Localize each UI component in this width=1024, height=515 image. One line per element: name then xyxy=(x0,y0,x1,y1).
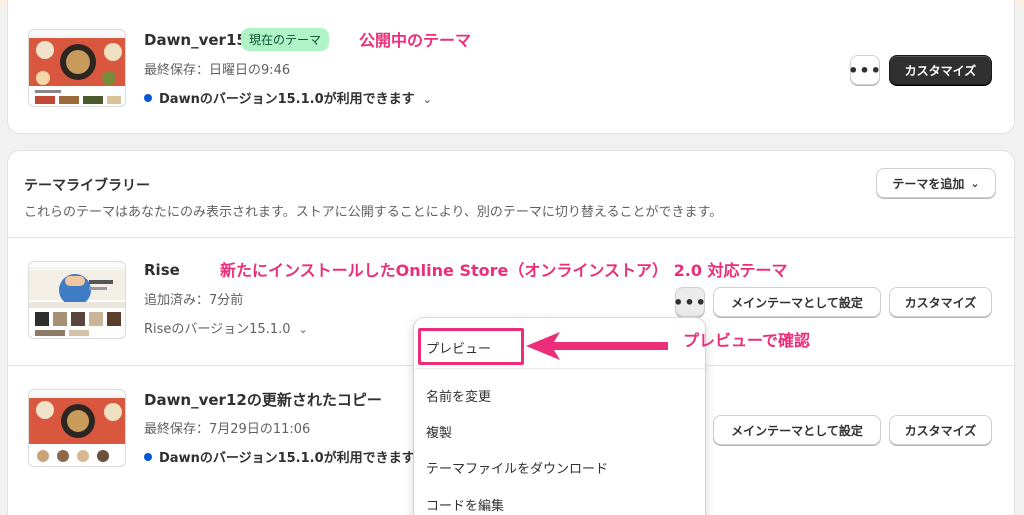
rise-preview-icon xyxy=(29,270,125,336)
dawn-copy-thumbnail xyxy=(28,389,126,467)
menu-item-rename[interactable]: 名前を変更 xyxy=(426,386,491,405)
divider xyxy=(8,237,1014,238)
current-theme-update-notice[interactable]: Dawnのバージョン15.1.0が利用できます ⌄ xyxy=(144,88,432,107)
current-theme-name: Dawn_ver15 xyxy=(144,31,247,49)
rise-publish-button[interactable]: メインテーマとして設定 xyxy=(713,287,881,317)
chevron-down-icon: ⌄ xyxy=(298,323,308,336)
menu-item-edit-code[interactable]: コードを編集 xyxy=(426,495,504,514)
add-theme-button[interactable]: テーマを追加 ⌄ xyxy=(876,168,996,198)
rise-theme-name: Rise xyxy=(144,261,180,279)
food-image-icon xyxy=(29,38,125,104)
current-theme-last-saved: 最終保存：日曜日の9:46 xyxy=(144,63,291,78)
rise-theme-added: 追加済み：7分前 xyxy=(144,293,244,308)
rise-customize-button[interactable]: カスタマイズ xyxy=(889,287,992,317)
dawn-copy-last-saved: 最終保存：7月29日の11:06 xyxy=(144,422,311,437)
dawn-copy-customize-button[interactable]: カスタマイズ xyxy=(889,415,992,445)
annotation-new-theme: 新たにインストールしたOnline Store（オンラインストア） 2.0 対応… xyxy=(220,261,788,280)
menu-divider xyxy=(414,368,705,369)
rise-theme-thumbnail xyxy=(28,261,126,339)
menu-item-download[interactable]: テーマファイルをダウンロード xyxy=(426,458,608,477)
update-dot-icon xyxy=(144,94,152,102)
preview-highlight-box xyxy=(418,328,524,365)
dawn-copy-publish-button[interactable]: メインテーマとして設定 xyxy=(713,415,881,445)
annotation-preview-check: プレビューで確認 xyxy=(683,331,811,350)
annotation-published-theme: 公開中のテーマ xyxy=(359,31,472,50)
annotation-arrow-icon xyxy=(526,332,668,360)
current-theme-more-button[interactable]: ••• xyxy=(848,55,881,85)
current-theme-card: Dawn_ver15 現在のテーマ 公開中のテーマ 最終保存：日曜日の9:46 … xyxy=(8,0,1014,133)
current-theme-badge: 現在のテーマ xyxy=(241,28,330,51)
menu-item-duplicate[interactable]: 複製 xyxy=(426,422,452,441)
rise-version-text: Riseのバージョン15.1.0 xyxy=(144,322,291,337)
theme-library-title: テーマライブラリー xyxy=(24,178,150,194)
update-notice-text: Dawnのバージョン15.1.0が利用できます xyxy=(159,92,415,107)
rise-more-button[interactable]: ••• xyxy=(673,287,706,317)
update-notice-text: Dawnのバージョン15.1.0が利用できます xyxy=(159,451,415,466)
add-theme-label: テーマを追加 xyxy=(892,176,965,191)
current-theme-customize-button[interactable]: カスタマイズ xyxy=(889,55,992,85)
rise-theme-version[interactable]: Riseのバージョン15.1.0 ⌄ xyxy=(144,318,308,337)
food-image-icon xyxy=(29,398,125,462)
chevron-down-icon: ⌄ xyxy=(422,93,432,106)
theme-library-description: これらのテーマはあなたにのみ表示されます。ストアに公開することにより、別のテーマ… xyxy=(24,205,723,220)
current-theme-thumbnail xyxy=(28,29,126,107)
update-dot-icon xyxy=(144,453,152,461)
dawn-copy-name: Dawn_ver12の更新されたコピー xyxy=(144,391,382,409)
dawn-copy-update-notice[interactable]: Dawnのバージョン15.1.0が利用できます xyxy=(144,447,415,466)
chevron-down-icon: ⌄ xyxy=(970,176,980,190)
